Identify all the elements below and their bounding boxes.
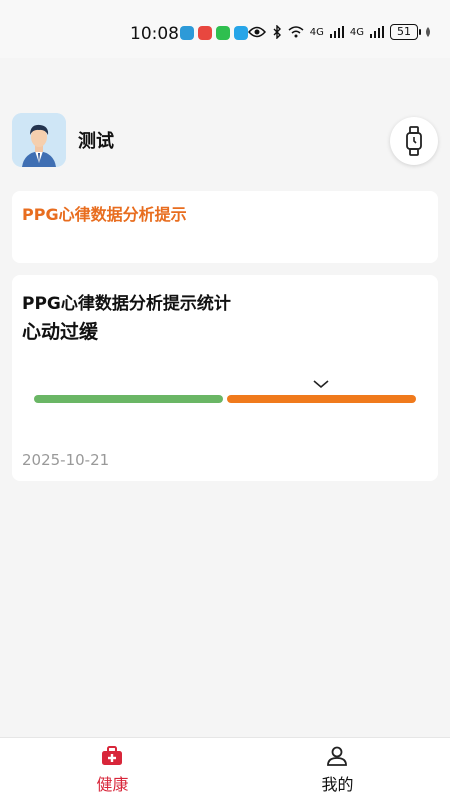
nav-tab-mine[interactable]: 我的 xyxy=(225,738,450,801)
record-date: 2025-10-21 xyxy=(22,451,110,469)
signal-icon xyxy=(329,26,344,38)
status-gauge xyxy=(34,375,416,405)
ppg-hint-title: PPG心律数据分析提示 xyxy=(22,205,187,224)
app-icon-browser xyxy=(180,26,194,40)
person-icon xyxy=(327,746,347,766)
app-icon-message xyxy=(234,26,248,40)
ppg-stats-card[interactable]: PPG心律数据分析提示统计 心动过缓 2025-10-21 xyxy=(12,275,438,481)
network-type: 4G xyxy=(309,26,324,38)
nav-tab-health[interactable]: 健康 xyxy=(0,738,225,801)
battery-icon: 51 xyxy=(390,24,421,40)
watch-button[interactable] xyxy=(390,117,438,165)
app-icon-wechat xyxy=(216,26,230,40)
chevron-down-icon xyxy=(313,380,329,389)
user-name: 测试 xyxy=(78,131,114,152)
signal-icon-2 xyxy=(370,26,384,38)
gauge-segment-slow xyxy=(227,395,416,403)
nav-label-health: 健康 xyxy=(96,775,129,794)
bluetooth-icon xyxy=(273,25,281,39)
watch-icon xyxy=(406,126,422,156)
ppg-hint-card[interactable]: PPG心律数据分析提示 xyxy=(12,191,438,263)
heart-rate-status: 心动过缓 xyxy=(22,321,99,343)
avatar[interactable] xyxy=(12,113,66,167)
app-icon-mail xyxy=(198,26,212,40)
profile-row: 测试 xyxy=(12,113,438,167)
status-indicators: 4G 4G 51 xyxy=(247,24,432,40)
gauge-segment-normal xyxy=(34,395,223,403)
ppg-stats-title: PPG心律数据分析提示统计 xyxy=(22,294,231,314)
network-type-2: 4G xyxy=(349,26,364,38)
wifi-icon xyxy=(288,26,304,38)
status-time: 10:08 xyxy=(130,24,179,44)
eye-icon xyxy=(247,26,266,38)
notification-icons xyxy=(180,26,248,40)
avatar-image xyxy=(12,113,66,167)
medical-kit-icon xyxy=(102,746,122,765)
nav-label-mine: 我的 xyxy=(321,775,354,794)
bottom-nav: 健康 我的 xyxy=(0,737,450,801)
status-bar: 10:08 4G 4G 51 xyxy=(0,0,450,58)
leaf-icon xyxy=(426,27,430,37)
